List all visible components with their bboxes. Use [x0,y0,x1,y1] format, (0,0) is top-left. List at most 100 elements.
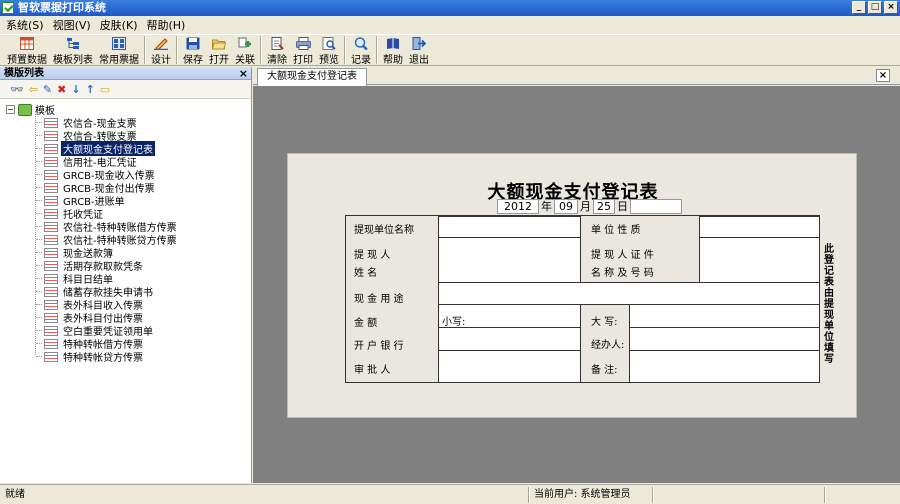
purpose-field[interactable] [438,282,820,305]
tab-document[interactable]: 大额现金支付登记表 [257,68,367,86]
date-extra-field[interactable] [630,198,682,214]
clear-button[interactable]: 清除 [264,35,290,66]
template-list-panel: 模版列表 × 👓 ⇦ ✎ ✖ ↓ ↑ ▭ − 模板 农信合-现金支票 农信合-转账… [0,67,252,483]
label-small: 小写: [442,317,466,328]
save-disk-icon [186,36,201,50]
close-button[interactable]: × [884,1,898,14]
template-file-icon [44,260,58,271]
tree-folder-icon [18,103,32,116]
menu-bar: 系统(S) 视图(V) 皮肤(K) 帮助(H) [0,16,900,34]
help-book-icon [386,36,401,50]
label-handler: 经办人: [591,340,625,351]
id-number-field[interactable] [699,237,820,283]
toolbar-separator [176,36,178,64]
panel-title: 模版列表 [4,68,44,79]
panel-close-icon[interactable]: × [239,67,248,80]
handler-field[interactable] [629,327,820,351]
panel-toolbar: 👓 ⇦ ✎ ✖ ↓ ↑ ▭ [0,80,251,99]
tree-list-icon [66,36,81,50]
tree-item[interactable]: 特种转帐贷方传票 [36,350,145,364]
template-file-icon [44,351,58,362]
day-unit: 日 [617,200,628,213]
label-remark: 备 注: [591,365,618,376]
template-file-icon [44,143,58,154]
amount-big-field[interactable] [629,304,820,328]
menu-skin[interactable]: 皮肤(K) [100,17,138,33]
ticket-grid-icon [112,36,127,50]
template-file-icon [44,247,58,258]
move-down-icon[interactable]: ↓ [71,84,80,95]
status-divider [528,487,530,503]
side-note: 此登记表由提现单位填写 [824,244,834,365]
print-button[interactable]: 打印 [290,35,316,66]
record-button[interactable]: 记录 [348,35,374,66]
search-record-icon [354,36,369,50]
link-button[interactable]: 关联 [232,35,258,66]
tree-root[interactable]: − 模板 [6,102,55,117]
toolbar: 预置数据 模板列表 常用票据 设计 保存 打开 关联 清除 打印 预览 记录 帮… [0,34,900,66]
open-folder-icon [212,36,227,50]
status-bar: 就绪 当前用户: 系统管理员 [0,484,900,504]
template-file-icon [44,182,58,193]
status-ready: 就绪 [5,489,25,500]
menu-view[interactable]: 视图(V) [53,17,91,33]
design-pencil-icon [154,36,169,50]
label-withdraw-unit: 提现单位名称 [354,225,414,236]
template-file-icon [44,195,58,206]
edit-icon[interactable]: ✎ [43,84,52,95]
year-field[interactable]: 2012 [497,198,539,214]
help-button[interactable]: 帮助 [380,35,406,66]
template-list-button[interactable]: 模板列表 [50,35,96,66]
design-button[interactable]: 设计 [148,35,174,66]
tab-bar: 大额现金支付登记表 × [253,67,900,86]
menu-system[interactable]: 系统(S) [6,17,44,33]
common-tickets-button[interactable]: 常用票据 [96,35,142,66]
template-file-icon [44,234,58,245]
form-table: 提现单位名称 单 位 性 质 提 现 人 姓 名 提 现 人 证 件 名 称 及… [345,215,820,383]
withdraw-unit-field[interactable] [438,216,581,238]
approver-field[interactable] [438,350,581,383]
panel-title-bar: 模版列表 × [0,67,251,80]
exit-button[interactable]: 退出 [406,35,432,66]
template-file-icon [44,299,58,310]
delete-icon[interactable]: ✖ [57,84,66,95]
menu-help[interactable]: 帮助(H) [146,17,185,33]
back-icon[interactable]: ⇦ [29,84,38,95]
day-field[interactable]: 25 [593,198,615,214]
move-up-icon[interactable]: ↑ [86,84,95,95]
label-amount: 金 额 [354,318,378,329]
template-file-icon [44,221,58,232]
binoculars-icon[interactable]: 👓 [10,84,24,95]
clear-page-icon [270,36,285,50]
status-divider [652,487,654,503]
year-unit: 年 [541,200,552,213]
unit-nature-field[interactable] [699,216,820,238]
label-id-1: 提 现 人 证 件 [591,250,654,261]
label-big: 大 写: [591,317,618,328]
bank-field[interactable] [438,327,581,351]
person-name-field[interactable] [438,237,581,283]
toolbar-separator [144,36,146,64]
minimize-button[interactable]: _ [852,1,866,14]
remark-field[interactable] [629,350,820,383]
template-file-icon [44,325,58,336]
open-button[interactable]: 打开 [206,35,232,66]
label-unit-nature: 单 位 性 质 [591,225,641,236]
month-field[interactable]: 09 [554,198,578,214]
toolbar-separator [260,36,262,64]
collapse-icon[interactable]: − [6,105,15,114]
folder-icon[interactable]: ▭ [100,84,110,95]
preview-button[interactable]: 预览 [316,35,342,66]
maximize-button[interactable]: □ [868,1,882,14]
label-id-2: 名 称 及 号 码 [591,268,654,279]
save-button[interactable]: 保存 [180,35,206,66]
template-file-icon [44,273,58,284]
status-user: 当前用户: 系统管理员 [534,489,631,500]
preview-icon [322,36,337,50]
template-file-icon [44,286,58,297]
toolbar-separator [344,36,346,64]
tab-close-icon[interactable]: × [876,69,890,82]
window-title-bar: 智软票据打印系统 _ □ × [0,0,900,16]
preset-data-button[interactable]: 预置数据 [4,35,50,66]
tree-root-label: 模板 [35,106,55,117]
